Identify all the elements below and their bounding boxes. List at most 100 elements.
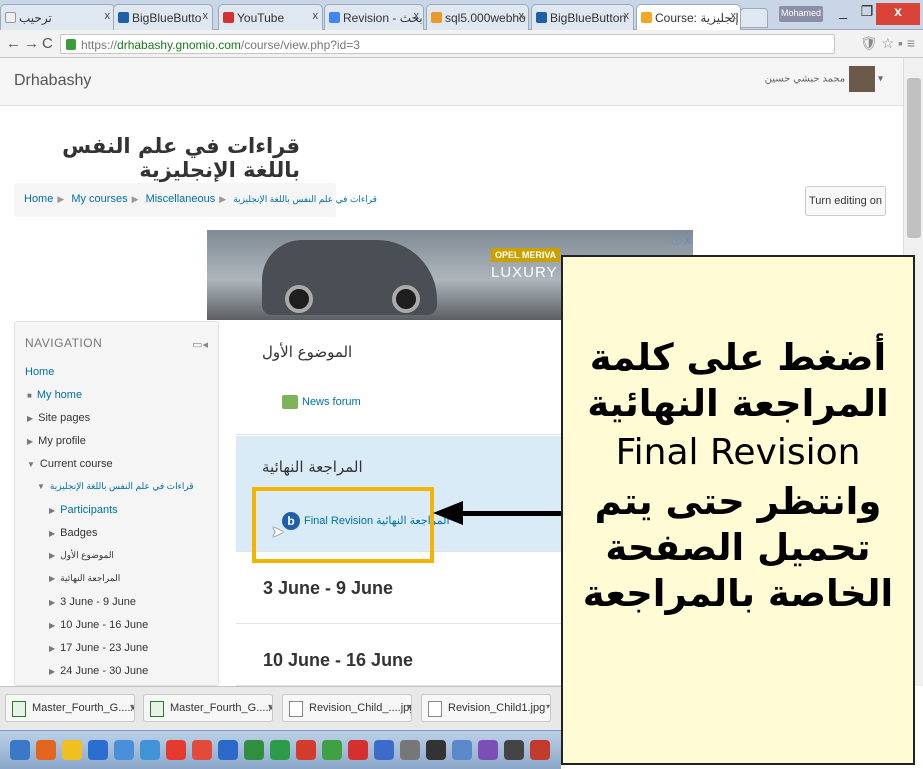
taskbar-app-icon[interactable] xyxy=(244,740,264,760)
download-item[interactable]: Master_Fourth_G....xls ▾ xyxy=(5,694,135,722)
nav-course[interactable]: ▼ قراءات في علم النفس باللغة الإنجليزية xyxy=(37,481,194,492)
nav-label: قراءات في علم النفس باللغة الإنجليزية xyxy=(49,481,194,491)
course-section-1: الموضوع الأول News forum xyxy=(236,321,562,435)
taskbar-app-icon[interactable] xyxy=(374,740,394,760)
browser-tab-active[interactable]: Course: إنجليزية x xyxy=(636,4,741,31)
nav-label: Participants xyxy=(60,504,118,516)
chevron-right-icon: ▶ xyxy=(49,621,56,630)
nav-week-2[interactable]: ▶ 10 June - 16 June xyxy=(49,619,148,631)
taskbar-app-icon[interactable] xyxy=(88,740,108,760)
reload-icon[interactable]: C xyxy=(42,35,53,52)
close-icon[interactable]: x xyxy=(203,10,209,22)
excel-file-icon xyxy=(150,701,164,717)
url-scheme: https:// xyxy=(81,38,118,52)
nav-label: Current course xyxy=(39,458,113,470)
breadcrumb-course[interactable]: قراءات في علم النفس باللغة الإنجليزية xyxy=(233,194,377,204)
browser-tab-4[interactable]: Revision - بحث x xyxy=(324,4,424,30)
chevron-down-icon[interactable]: ▾ xyxy=(407,702,411,711)
close-icon[interactable]: x xyxy=(414,10,420,22)
course-section-4: 10 June - 16 June xyxy=(236,624,562,686)
block-controls-icon[interactable]: ▭◂ xyxy=(192,338,208,351)
browser-tab-3[interactable]: YouTube x xyxy=(218,4,323,30)
chevron-right-icon: ▶ xyxy=(27,414,34,423)
news-forum-link[interactable]: News forum xyxy=(282,395,361,409)
nav-week-3[interactable]: ▶ 17 June - 23 June xyxy=(49,642,148,654)
site-name[interactable]: Drhabashy xyxy=(14,72,91,90)
taskbar-app-icon[interactable] xyxy=(166,740,186,760)
nav-site-pages[interactable]: ▶ Site pages xyxy=(27,412,90,424)
close-icon[interactable]: x xyxy=(519,10,525,22)
taskbar-app-icon[interactable] xyxy=(270,740,290,760)
close-icon[interactable]: x xyxy=(624,10,630,22)
breadcrumb-category[interactable]: Miscellaneous xyxy=(146,193,216,205)
nav-my-home[interactable]: ■ My home xyxy=(27,389,82,401)
back-icon[interactable]: ← xyxy=(6,35,21,52)
browser-toolbar-icons[interactable]: 🛡 ☆ ▪ ≡ xyxy=(860,35,915,52)
taskbar-app-icon[interactable] xyxy=(530,740,550,760)
taskbar-app-icon[interactable] xyxy=(62,740,82,760)
nav-label: Site pages xyxy=(38,412,91,424)
turn-editing-on-button[interactable]: Turn editing on xyxy=(805,186,886,216)
taskbar-app-icon[interactable] xyxy=(400,740,420,760)
taskbar-app-icon[interactable] xyxy=(426,740,446,760)
user-menu[interactable]: محمد حبشي حسين ▾ xyxy=(765,66,883,92)
navigation-heading: NAVIGATION xyxy=(25,336,103,350)
download-item[interactable]: Revision_Child_....jpg ▾ xyxy=(282,694,412,722)
taskbar-app-icon[interactable] xyxy=(296,740,316,760)
chevron-down-icon: ▼ xyxy=(37,482,45,491)
nav-badges[interactable]: ▶ Badges xyxy=(49,527,97,539)
nav-topic-1[interactable]: ▶ الموضوع الأول xyxy=(49,550,114,561)
close-icon[interactable]: x xyxy=(105,10,111,22)
taskbar-app-icon[interactable] xyxy=(348,740,368,760)
nav-my-profile[interactable]: ▶ My profile xyxy=(27,435,86,447)
browser-tab-2[interactable]: BigBlueButto x xyxy=(113,4,213,30)
download-item[interactable]: Master_Fourth_G....xls ▾ xyxy=(143,694,273,722)
taskbar-app-icon[interactable] xyxy=(192,740,212,760)
nav-current-course[interactable]: ▼ Current course xyxy=(27,458,113,470)
scrollbar-thumb[interactable] xyxy=(907,78,921,238)
browser-tab-6[interactable]: BigBlueButton x xyxy=(531,4,634,30)
taskbar-app-icon[interactable] xyxy=(114,740,134,760)
download-name: Revision_Child1.jpg xyxy=(448,702,546,714)
forward-icon[interactable]: → xyxy=(24,35,39,52)
chevron-down-icon[interactable]: ▾ xyxy=(130,702,134,711)
taskbar-app-icon[interactable] xyxy=(36,740,56,760)
browser-user-badge[interactable]: Mohamed xyxy=(779,6,823,22)
taskbar-app-icon[interactable] xyxy=(478,740,498,760)
breadcrumb-home[interactable]: Home xyxy=(24,193,53,205)
taskbar-app-icon[interactable] xyxy=(322,740,342,760)
instruction-callout: أضغط على كلمة المراجعة النهائية Final Re… xyxy=(561,255,915,765)
new-tab-button[interactable] xyxy=(740,8,768,28)
chevron-right-icon: ▶ xyxy=(49,551,56,560)
browser-tab-1[interactable]: ترحيب x xyxy=(0,4,115,30)
taskbar-app-icon[interactable] xyxy=(10,740,30,760)
window-close-icon[interactable]: x xyxy=(876,3,920,25)
breadcrumb-my-courses[interactable]: My courses xyxy=(71,193,127,205)
taskbar-app-icon[interactable] xyxy=(218,740,238,760)
nav-topic-2[interactable]: ▶ المراجعة النهائية xyxy=(49,573,120,584)
close-icon[interactable]: x xyxy=(313,10,319,22)
nav-participants[interactable]: ▶ Participants xyxy=(49,504,118,516)
browser-tab-5[interactable]: sql5.000webho x xyxy=(426,4,529,30)
chevron-down-icon[interactable]: ▾ xyxy=(268,702,272,711)
download-name: Revision_Child_....jpg xyxy=(309,702,412,714)
taskbar-app-icon[interactable] xyxy=(140,740,160,760)
taskbar-app-icon[interactable] xyxy=(504,740,524,760)
nav-week-1[interactable]: ▶ 3 June - 9 June xyxy=(49,596,136,608)
download-item[interactable]: Revision_Child1.jpg ▾ xyxy=(421,694,551,722)
chevron-down-icon[interactable]: ▾ xyxy=(546,702,550,711)
ad-close-icon[interactable]: ⓘ X xyxy=(672,232,691,247)
chevron-right-icon: ▶ xyxy=(219,194,227,204)
nav-week-4[interactable]: ▶ 24 June - 30 June xyxy=(49,665,148,677)
youtube-icon xyxy=(223,12,234,23)
taskbar-app-icon[interactable] xyxy=(452,740,472,760)
nav-label: My home xyxy=(36,389,83,401)
pointer-arrow-line xyxy=(460,511,563,516)
nav-home[interactable]: Home xyxy=(25,366,54,378)
breadcrumb: Home ▶ My courses ▶ Miscellaneous ▶ قراءات … xyxy=(14,183,377,217)
ad-brand: OPEL MERIVA xyxy=(491,248,561,262)
avatar xyxy=(849,66,876,92)
page-icon xyxy=(5,12,16,23)
close-icon[interactable]: x xyxy=(731,10,737,22)
url-input[interactable]: https://drhabashy.gnomio.com/course/view… xyxy=(60,34,835,54)
